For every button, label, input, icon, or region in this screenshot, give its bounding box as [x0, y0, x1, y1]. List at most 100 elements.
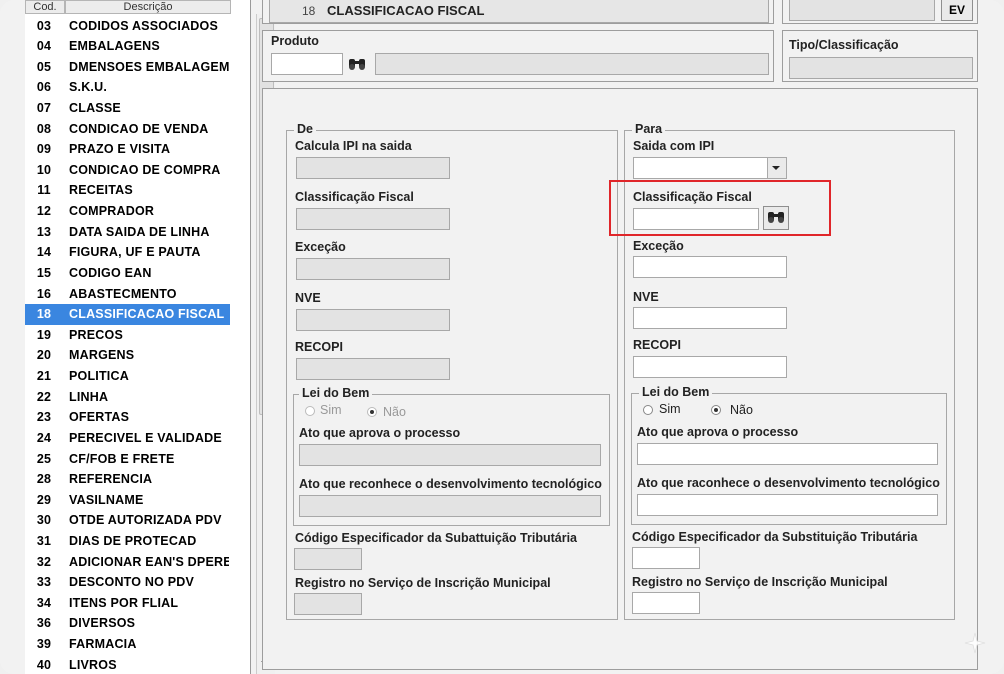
list-item-code: 21 [36, 369, 52, 384]
list-item-description: LIVROS [69, 657, 117, 672]
list-item[interactable]: 28 REFERENCIA [25, 469, 230, 490]
column-header-code[interactable]: Cod. [25, 0, 65, 14]
list-item[interactable]: 31 DIAS DE PROTECAD [25, 531, 230, 552]
de-nve-label: NVE [295, 291, 321, 305]
list-item[interactable]: 29 VASILNAME [25, 490, 230, 511]
para-excecao-label: Exceção [633, 239, 684, 253]
list-item-description: CODIDOS ASSOCIADOS [69, 18, 218, 33]
list-item[interactable]: 15 CODIGO EAN [25, 263, 230, 284]
de-recopi-label: RECOPI [295, 340, 343, 354]
ev-button[interactable]: EV [941, 0, 973, 21]
list-item[interactable]: 34 ITENS POR FLIAL [25, 593, 230, 614]
de-legend: De [294, 122, 316, 136]
list-item[interactable]: 04 EMBALAGENS [25, 36, 230, 57]
list-item-code: 03 [36, 18, 52, 33]
list-item[interactable]: 32 ADICIONAR EAN'S DPERE! [25, 552, 230, 573]
list-item-description: DIVERSOS [69, 616, 136, 631]
list-item[interactable]: 36 DIVERSOS [25, 613, 230, 634]
dropdown-button[interactable] [767, 158, 786, 178]
list-item-description: COMPRADOR [69, 204, 155, 219]
list-item[interactable]: 40 LIVROS [25, 655, 230, 674]
list-item-description: CONDICAO DE VENDA [69, 121, 209, 136]
list-item-description: MARGENS [69, 348, 135, 363]
binoculars-icon[interactable] [346, 53, 368, 75]
produto-panel: Produto [262, 30, 774, 82]
list-item-code: 24 [36, 430, 52, 445]
list-item-code: 31 [36, 534, 52, 548]
de-registro-servico-field [294, 593, 362, 615]
list-item[interactable]: 21 POLITICA [25, 366, 230, 387]
list-item-code: 07 [36, 100, 52, 115]
list-item[interactable]: 30 OTDE AUTORIZADA PDV [25, 510, 230, 531]
list-item[interactable]: 05 DMENSOES EMBALAGEM [25, 57, 230, 78]
list-item[interactable]: 22 LINHA [25, 387, 230, 408]
para-codigo-especificador-input[interactable] [632, 547, 700, 569]
list-item-description: CLASSIFICACAO FISCAL [69, 307, 225, 322]
para-radio-sim[interactable] [643, 405, 653, 415]
list-item[interactable]: 11 RECEITAS [25, 180, 230, 201]
de-calcula-ipi-label: Calcula IPI na saida [295, 139, 412, 153]
de-excecao-field [296, 258, 450, 280]
list-item[interactable]: 03 CODIDOS ASSOCIADOS [25, 16, 230, 37]
list-item-code: 14 [36, 245, 52, 260]
list-item-code: 15 [36, 265, 52, 280]
para-ato-aprova-input[interactable] [637, 443, 938, 465]
para-excecao-input[interactable] [633, 256, 787, 278]
list-item-description: PERECIVEL E VALIDADE [69, 430, 222, 445]
list-item[interactable]: 20 MARGENS [25, 345, 230, 366]
list-item[interactable]: 24 PERECIVEL E VALIDADE [25, 428, 230, 449]
list-item[interactable]: 16 ABASTECMENTO [25, 284, 230, 305]
list-item-code: 12 [36, 204, 52, 219]
de-excecao-label: Exceção [295, 240, 346, 254]
column-header-description[interactable]: Descrição [65, 0, 231, 14]
sparkle-icon [964, 632, 986, 654]
list-item-description: OTDE AUTORIZADA PDV [69, 513, 222, 528]
de-codigo-especificador-field [294, 548, 362, 570]
list-item[interactable]: 14 FIGURA, UF E PAUTA [25, 242, 230, 263]
list-item-description: FARMACIA [69, 637, 137, 652]
produto-label: Produto [271, 34, 319, 48]
list-item-description: EMBALAGENS [69, 39, 160, 54]
para-nve-input[interactable] [633, 307, 787, 329]
de-registro-servico-label: Registro no Serviço de Inscrição Municip… [295, 576, 551, 590]
window: Cod. Descrição 03 CODIDOS ASSOCIADOS 04 EMB… [0, 0, 1004, 674]
de-classificacao-label: Classificação Fiscal [295, 190, 414, 204]
de-codigo-especificador-label: Código Especificador da Subattuição Trib… [295, 531, 577, 545]
list-item[interactable]: 12 COMPRADOR [25, 201, 230, 222]
list-item[interactable]: 07 CLASSE [25, 98, 230, 119]
tipo-label: Tipo/Classificação [789, 38, 899, 52]
list-item[interactable]: 08 CONDICAO DE VENDA [25, 119, 230, 140]
list-item[interactable]: 23 OFERTAS [25, 407, 230, 428]
de-sim-label: Sim [320, 403, 342, 417]
list-item-description: ITENS POR FLIAL [69, 595, 179, 610]
para-radio-nao[interactable] [711, 405, 721, 415]
list-item-code: 06 [36, 80, 52, 95]
produto-input[interactable] [271, 53, 343, 75]
list-item[interactable]: 09 PRAZO E VISITA [25, 139, 230, 160]
list-item-code: 09 [36, 142, 52, 157]
para-recopi-label: RECOPI [633, 338, 681, 352]
list-item[interactable]: 19 PRECOS [25, 325, 230, 346]
category-list[interactable]: Cod. Descrição 03 CODIDOS ASSOCIADOS 04 EMB… [25, 0, 275, 674]
para-saida-ipi-select[interactable] [633, 157, 787, 179]
list-item[interactable]: 39 FARMACIA [25, 634, 230, 655]
list-item[interactable]: 33 DESCONTO NO PDV [25, 572, 230, 593]
list-item[interactable]: 10 CONDICAO DE COMPRA [25, 160, 230, 181]
list-item[interactable]: 25 CF/FOB E FRETE [25, 449, 230, 470]
list-item-description: DESCONTO NO PDV [69, 575, 195, 590]
list-item[interactable]: 06 S.K.U. [25, 77, 230, 98]
list-item-code: 23 [36, 410, 52, 425]
para-ato-reconhece-input[interactable] [637, 494, 938, 516]
de-radio-sim [305, 406, 315, 416]
list-item-description: LINHA [69, 389, 109, 404]
list-item-code: 11 [37, 183, 51, 198]
para-recopi-input[interactable] [633, 356, 787, 378]
list-item-code: 05 [36, 59, 52, 74]
para-registro-servico-input[interactable] [632, 592, 700, 614]
produto-description [375, 53, 769, 75]
para-sim-label: Sim [659, 402, 681, 416]
list-item-description: FIGURA, UF E PAUTA [69, 245, 201, 260]
list-item[interactable]: 13 DATA SAIDA DE LINHA [25, 222, 230, 243]
de-ato-reconhece-label: Ato que reconhece o desenvolvimento tecn… [299, 477, 602, 491]
list-item[interactable]: 18 CLASSIFICACAO FISCAL [25, 304, 230, 325]
